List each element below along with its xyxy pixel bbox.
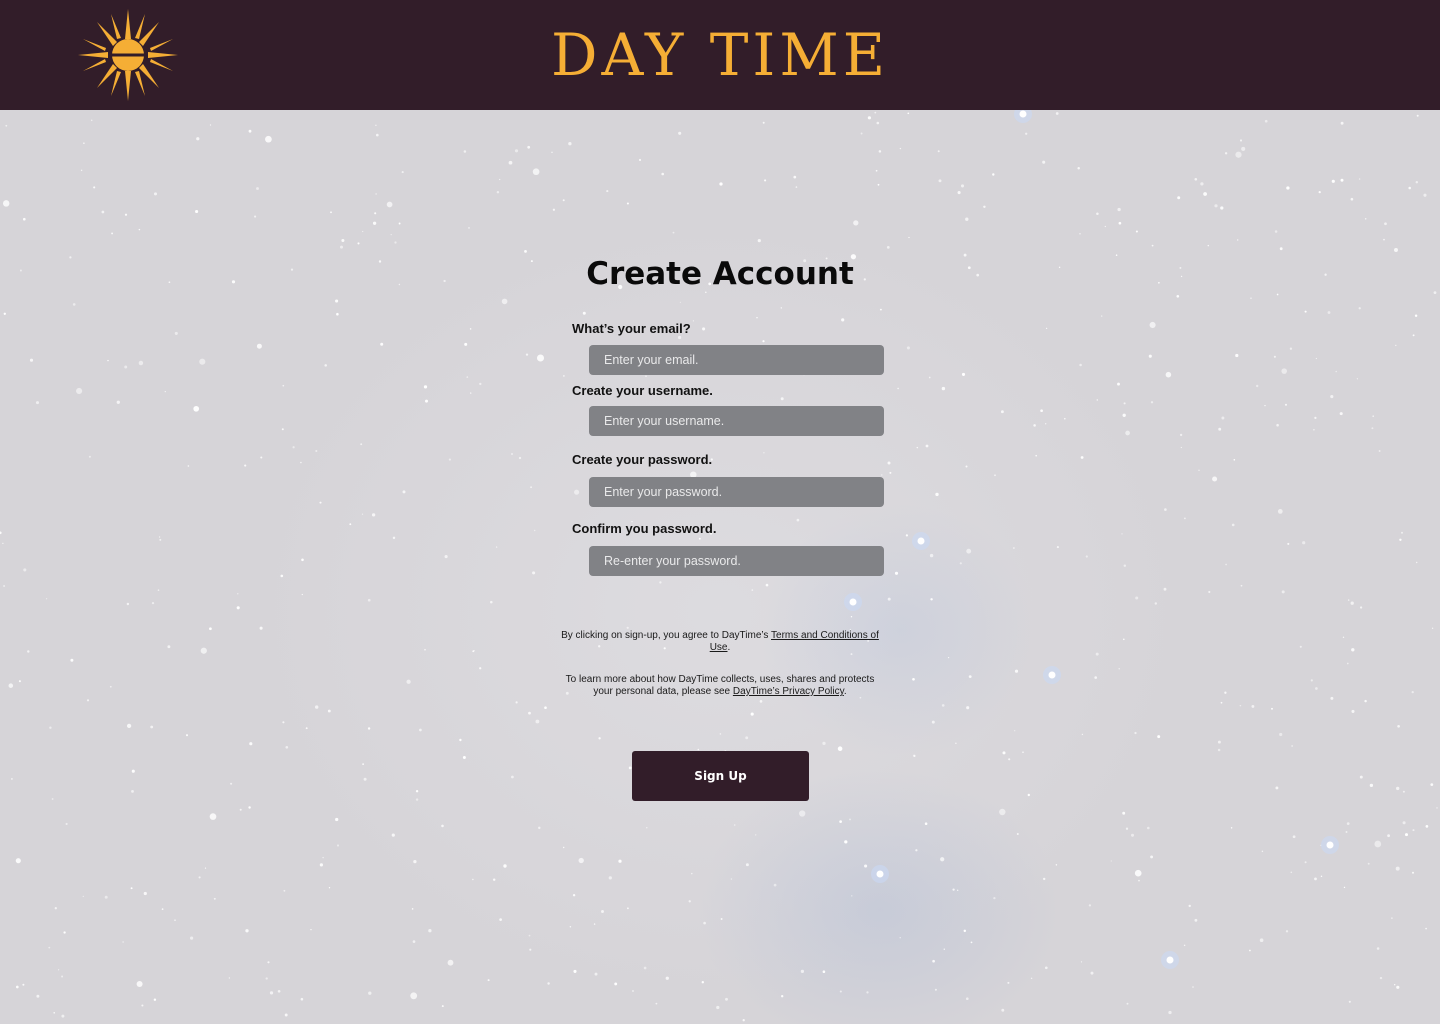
username-label: Create your username. — [572, 383, 713, 398]
password-label: Create your password. — [572, 452, 713, 467]
terms-notice: By clicking on sign-up, you agree to Day… — [560, 630, 880, 654]
page-title: Create Account — [586, 256, 854, 292]
brand-title: DAY TIME — [550, 21, 890, 89]
username-field[interactable] — [589, 406, 884, 436]
terms-suffix: . — [727, 642, 731, 653]
confirm-password-label: Confirm you password. — [572, 521, 717, 536]
password-field[interactable] — [589, 477, 884, 507]
privacy-policy-link[interactable]: DayTime’s Privacy Policy — [733, 686, 844, 697]
terms-prefix: By clicking on sign-up, you agree to Day… — [561, 630, 772, 641]
top-header: DAY TIME — [0, 0, 1440, 110]
email-label: What’s your email? — [572, 321, 691, 336]
confirm-password-field[interactable] — [589, 546, 884, 576]
privacy-notice: To learn more about how DayTime collects… — [560, 674, 880, 698]
email-field[interactable] — [589, 345, 884, 375]
privacy-suffix: . — [843, 686, 847, 697]
sign-up-button[interactable]: Sign Up — [632, 751, 809, 801]
